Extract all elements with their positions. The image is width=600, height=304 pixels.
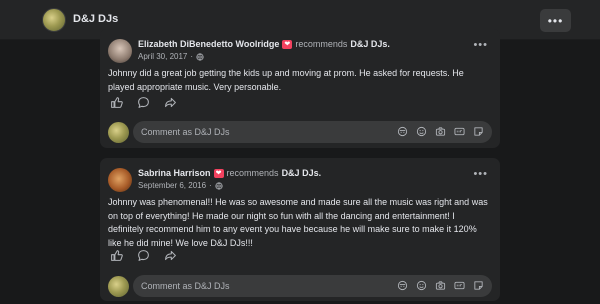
comment-composer: Comment as D&J DJs	[108, 275, 492, 297]
review-date[interactable]: April 30, 2017	[138, 52, 187, 61]
comment-composer: Comment as D&J DJs	[108, 121, 492, 143]
comment-tools	[397, 280, 484, 291]
comment-icon[interactable]	[137, 249, 150, 262]
recommends-label: recommends	[226, 168, 279, 178]
emoji-icon[interactable]	[416, 280, 427, 291]
review-actions	[110, 249, 177, 262]
comment-icon[interactable]	[137, 96, 150, 109]
review-more-button[interactable]: •••	[473, 168, 488, 180]
commenter-avatar	[108, 276, 129, 297]
sticker-icon[interactable]	[473, 280, 484, 291]
avatar[interactable]	[108, 168, 132, 192]
recommend-badge-icon: ❤	[213, 168, 224, 178]
camera-icon[interactable]	[435, 280, 446, 291]
share-icon[interactable]	[164, 96, 177, 109]
camera-icon[interactable]	[435, 126, 446, 137]
review-text: Johnny did a great job getting the kids …	[108, 68, 464, 92]
review-card: Sabrina Harrison ❤ recommends D&J DJs. S…	[100, 158, 500, 301]
page-title[interactable]: D&J DJs	[73, 13, 118, 25]
share-icon[interactable]	[164, 249, 177, 262]
review-header: Sabrina Harrison ❤ recommends D&J DJs.	[138, 168, 321, 178]
recommends-label: recommends	[295, 39, 348, 49]
avatar-sticker-icon[interactable]	[397, 280, 408, 291]
gif-icon[interactable]	[454, 126, 465, 137]
recommended-page-link[interactable]: D&J DJs.	[350, 39, 390, 49]
author-name[interactable]: Sabrina Harrison	[138, 168, 211, 178]
commenter-avatar	[108, 122, 129, 143]
header-more-button[interactable]: •••	[540, 9, 571, 32]
comment-placeholder: Comment as D&J DJs	[141, 127, 230, 137]
review-more-button[interactable]: •••	[473, 39, 488, 51]
gif-icon[interactable]	[454, 280, 465, 291]
review-date[interactable]: September 6, 2016	[138, 181, 206, 190]
comment-placeholder: Comment as D&J DJs	[141, 281, 230, 291]
author-name[interactable]: Elizabeth DiBenedetto Woolridge	[138, 39, 279, 49]
review-date-row: September 6, 2016 ·	[138, 181, 223, 190]
globe-icon	[215, 181, 223, 190]
avatar[interactable]	[108, 39, 132, 63]
review-date-row: April 30, 2017 ·	[138, 52, 204, 61]
page-avatar[interactable]	[42, 8, 66, 32]
review-text: Johnny was phenomenal!! He was so awesom…	[108, 197, 488, 248]
comment-tools	[397, 126, 484, 137]
recommend-badge-icon: ❤	[282, 39, 293, 49]
review-header: Elizabeth DiBenedetto Woolridge ❤ recomm…	[138, 39, 390, 49]
emoji-icon[interactable]	[416, 126, 427, 137]
like-icon[interactable]	[110, 96, 123, 109]
recommended-page-link[interactable]: D&J DJs.	[282, 168, 322, 178]
review-actions	[110, 96, 177, 109]
like-icon[interactable]	[110, 249, 123, 262]
globe-icon	[196, 52, 204, 61]
comment-input[interactable]: Comment as D&J DJs	[133, 121, 492, 143]
sticker-icon[interactable]	[473, 126, 484, 137]
review-card: Elizabeth DiBenedetto Woolridge ❤ recomm…	[100, 29, 500, 148]
comment-input[interactable]: Comment as D&J DJs	[133, 275, 492, 297]
avatar-sticker-icon[interactable]	[397, 126, 408, 137]
